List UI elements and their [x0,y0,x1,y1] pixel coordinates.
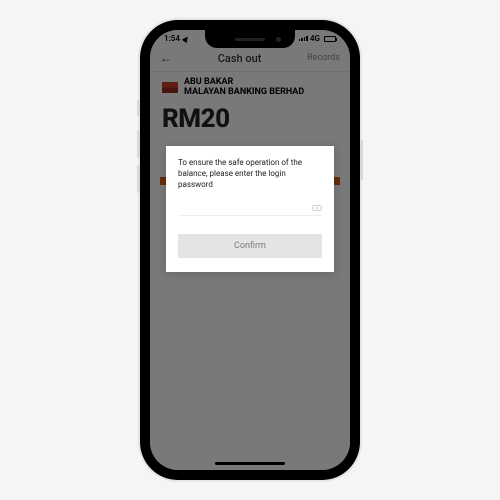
eye-icon[interactable] [312,205,322,211]
home-indicator[interactable] [215,462,285,465]
notch [205,30,295,48]
confirm-button[interactable]: Confirm [178,234,322,258]
phone-frame: 1:54 4G ← Cash out Records ABU BAKAR [140,20,360,480]
speaker-icon [235,38,265,41]
mute-switch [137,100,140,116]
modal-message: To ensure the safe operation of the bala… [178,158,322,190]
password-modal: To ensure the safe operation of the bala… [166,146,334,272]
power-button [360,140,363,180]
front-camera-icon [276,37,281,42]
screen: 1:54 4G ← Cash out Records ABU BAKAR [150,30,350,470]
volume-down-button [137,165,140,193]
volume-up-button [137,130,140,158]
password-input[interactable] [178,200,322,216]
